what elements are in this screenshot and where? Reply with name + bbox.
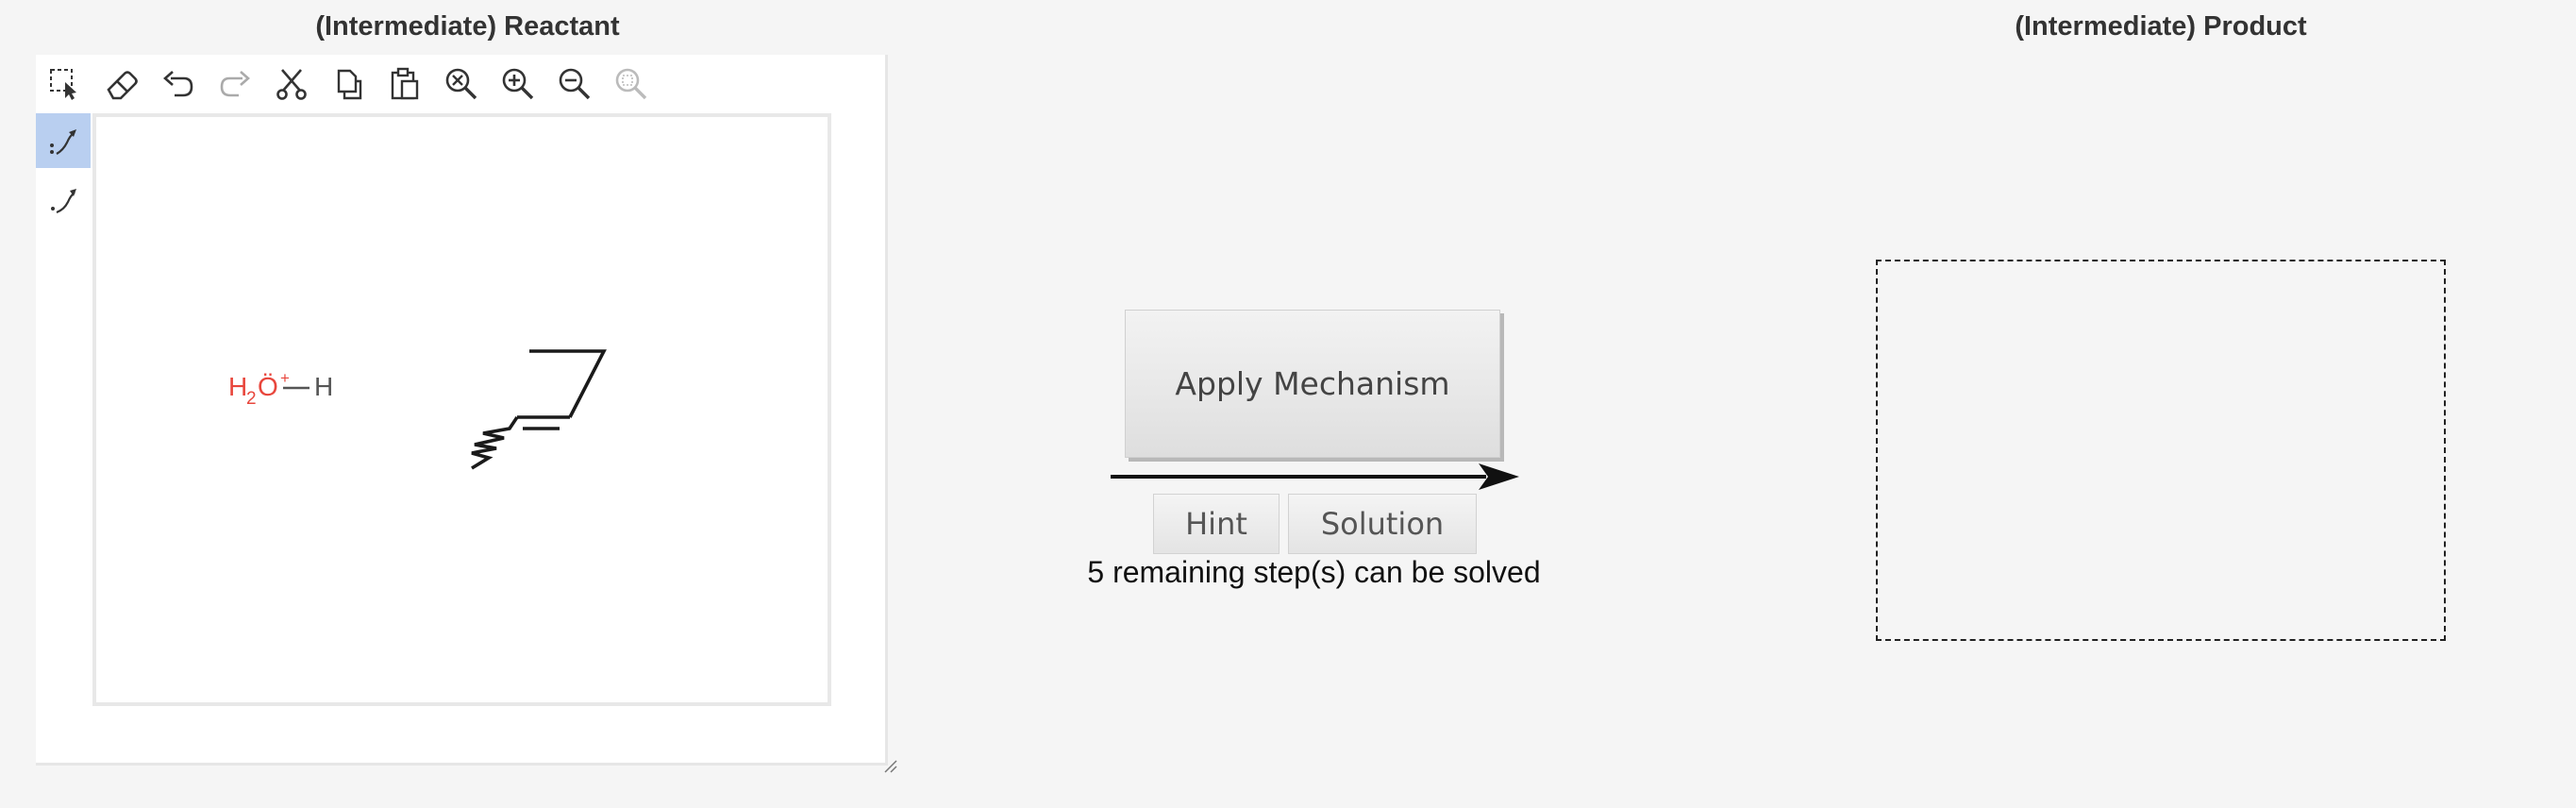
drawing-canvas[interactable]: H 2 Ö + H	[92, 113, 831, 706]
atom-h2: H	[228, 372, 247, 401]
apply-mechanism-button[interactable]: Apply Mechanism	[1125, 310, 1500, 458]
hydronium-ion[interactable]: H 2 Ö + H	[228, 369, 333, 409]
wavy-bond	[471, 416, 519, 470]
reaction-arrow-icon	[1109, 461, 1524, 493]
ethyl-chain	[529, 349, 607, 418]
atom-h: H	[314, 372, 333, 401]
editor-sidebar	[36, 113, 91, 236]
product-title: (Intermediate) Product	[2015, 11, 2307, 42]
cut-icon[interactable]	[268, 60, 315, 108]
redo-icon	[211, 60, 259, 108]
selection-icon[interactable]	[42, 60, 89, 108]
electron-pair-arrow-icon[interactable]	[36, 113, 91, 168]
paste-icon[interactable]	[381, 60, 428, 108]
editor-toolbar	[36, 55, 885, 111]
product-drop-area[interactable]	[1876, 260, 2446, 641]
reactant-title: (Intermediate) Reactant	[315, 11, 620, 42]
resize-grip-icon[interactable]	[882, 758, 897, 773]
reactant-editor: H 2 Ö + H	[36, 55, 897, 773]
subscript-2: 2	[246, 389, 257, 409]
charge-label: +	[280, 369, 290, 387]
zoom-reset-icon[interactable]	[438, 60, 485, 108]
zoom-out-icon[interactable]	[551, 60, 598, 108]
undo-icon[interactable]	[155, 60, 202, 108]
zoom-fit-icon	[608, 60, 655, 108]
eraser-icon[interactable]	[98, 60, 145, 108]
solution-button[interactable]: Solution	[1288, 494, 1477, 554]
hint-button[interactable]: Hint	[1153, 494, 1280, 554]
copy-icon[interactable]	[325, 60, 372, 108]
single-electron-arrow-icon[interactable]	[36, 172, 91, 227]
alkene-molecule[interactable]	[471, 349, 607, 470]
atom-oxygen: Ö	[258, 372, 278, 401]
zoom-in-icon[interactable]	[494, 60, 542, 108]
molecule-drawing: H 2 Ö + H	[228, 349, 607, 470]
remaining-steps-text: 5 remaining step(s) can be solved	[1087, 555, 1541, 589]
